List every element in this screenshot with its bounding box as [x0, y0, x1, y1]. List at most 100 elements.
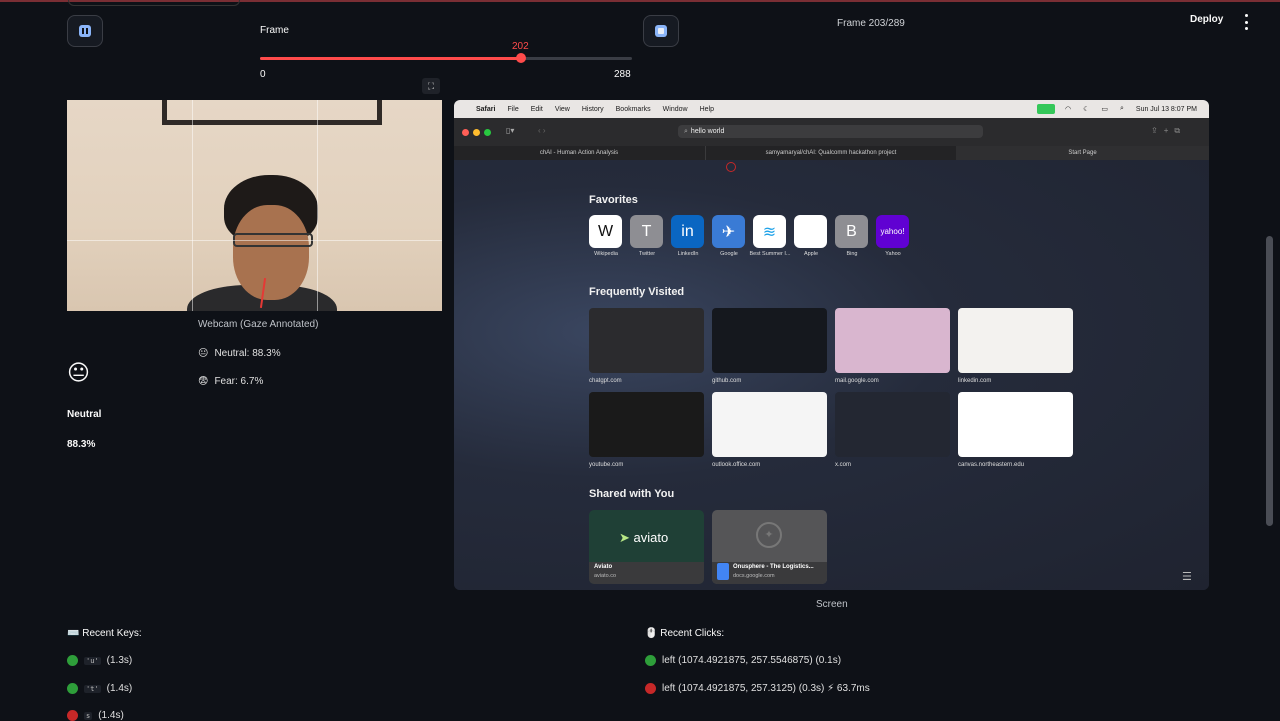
docs-icon — [717, 563, 729, 580]
key-name: 'u' — [84, 656, 101, 665]
webcam-image — [67, 100, 442, 311]
slider-fill — [260, 57, 521, 60]
recent-click-row: left (1074.4921875, 257.5546875) (0.1s) — [645, 655, 841, 666]
pause-button[interactable] — [67, 15, 103, 47]
favorite-label: Bing — [846, 251, 858, 257]
wifi-icon: ◠ — [1064, 106, 1072, 113]
menubar-app-name: Safari — [476, 105, 496, 113]
pause-icon — [79, 25, 91, 37]
menubar-item: View — [554, 105, 570, 113]
key-name: s — [84, 711, 93, 720]
shared-title: Shared with You — [589, 488, 675, 500]
recent-key-row: 't' (1.4s) — [67, 683, 132, 694]
fullscreen-icon[interactable]: ⛶ — [422, 78, 440, 94]
slider-thumb[interactable] — [516, 53, 526, 63]
recent-keys-title: ⌨️ Recent Keys: — [67, 628, 142, 639]
emotion-emoji: 😐 — [67, 360, 90, 385]
favorite-label: Apple — [803, 251, 819, 257]
mac-menubar: Safari File Edit View History Bookmarks … — [454, 100, 1209, 118]
shared-card: ✦ Onusphere - The Logistics... docs.goog… — [712, 510, 827, 584]
collapsed-widget-stub — [68, 0, 240, 6]
camera-active-icon — [1036, 104, 1055, 114]
stop-icon — [655, 25, 667, 37]
favorite-label: Twitter — [638, 251, 656, 257]
search-icon: ⌕ — [1119, 105, 1124, 112]
favorite-tile: W — [589, 215, 622, 248]
frequent-label: mail.google.com — [835, 378, 879, 384]
emotion-label: Neutral — [67, 409, 102, 420]
slider-min: 0 — [260, 69, 266, 80]
frequent-label: chatgpt.com — [589, 378, 622, 384]
frequent-thumbnail — [958, 308, 1073, 373]
favorite-tile: T — [630, 215, 663, 248]
frequent-thumbnail — [712, 392, 827, 457]
tab: samyamaryal/chAI: Qualcomm hackathon pro… — [705, 146, 956, 160]
deploy-button[interactable]: Deploy — [1190, 14, 1223, 25]
frequent-title: Frequently Visited — [589, 286, 685, 298]
stop-button[interactable] — [643, 15, 679, 47]
frame-slider-label: Frame — [260, 25, 289, 36]
emotion-breakdown-item: 😨 Fear: 6.7% — [198, 376, 263, 387]
menubar-clock: Sun Jul 13 8:07 PM — [1135, 105, 1197, 113]
frequent-label: github.com — [712, 378, 742, 384]
frequent-label: canvas.northeastern.edu — [958, 462, 1025, 468]
minimize-window-icon — [473, 129, 480, 136]
status-dot-red — [67, 710, 78, 721]
frequent-thumbnail — [589, 392, 704, 457]
close-window-icon — [462, 129, 469, 136]
customize-icon: ☰ — [1182, 571, 1192, 583]
url-text: hello world — [690, 128, 725, 135]
status-dot-red — [645, 683, 656, 694]
favorite-tile: in — [671, 215, 704, 248]
favorite-label: Wikipedia — [594, 251, 618, 257]
menubar-item: File — [507, 105, 519, 113]
emotion-breakdown-text: Neutral: 88.3% — [214, 348, 281, 359]
shared-card-title: Aviato — [594, 564, 613, 570]
shared-card: ➤ aviato Aviato aviato.co — [589, 510, 704, 584]
slider-value: 202 — [512, 41, 529, 52]
recent-key-row: 'u' (1.3s) — [67, 655, 132, 666]
emotion-score: 88.3% — [67, 439, 96, 450]
emotion-emoji-small: 😨 — [198, 376, 209, 387]
status-dot-green — [67, 655, 78, 666]
menubar-item: Help — [699, 105, 714, 113]
favorite-tile — [794, 215, 827, 248]
sidebar-icon: ▯▾ — [506, 126, 515, 135]
key-time: (1.4s) — [106, 683, 133, 694]
click-text: left (1074.4921875, 257.5546875) (0.1s) — [662, 655, 842, 666]
shared-card-title: Onusphere - The Logistics... — [733, 564, 814, 570]
page-scrollbar[interactable] — [1266, 236, 1273, 526]
menubar-item: Bookmarks — [615, 105, 651, 113]
frequent-label: youtube.com — [589, 462, 624, 468]
screen-capture: Safari File Edit View History Bookmarks … — [454, 100, 1209, 590]
favorite-label: Yahoo — [885, 251, 901, 257]
status-dot-green — [67, 683, 78, 694]
favorite-label: Best Summer I... — [749, 251, 791, 257]
safari-toolbar: ▯▾ ‹ › ⌕ hello world ⇪+⧉ — [454, 118, 1209, 146]
main-menu-icon[interactable] — [1240, 14, 1252, 30]
frame-counter: Frame 203/289 — [837, 18, 905, 29]
aviato-logo: ➤ aviato — [619, 530, 669, 545]
frame-slider[interactable] — [260, 53, 632, 63]
frequent-label: x.com — [835, 462, 852, 468]
tab: chAI - Human Action Analysis — [539, 150, 619, 156]
shared-card-sub: aviato.co — [594, 573, 617, 579]
menubar-item: Window — [662, 105, 688, 113]
webcam-caption: Webcam (Gaze Annotated) — [198, 319, 319, 330]
frequent-label: linkedin.com — [958, 378, 992, 384]
slider-max: 288 — [614, 69, 631, 80]
moon-icon: ☾ — [1083, 106, 1090, 113]
recent-clicks-title: 🖱️ Recent Clicks: — [645, 628, 725, 639]
frequent-thumbnail — [835, 308, 950, 373]
favorite-tile: yahoo! — [876, 215, 909, 248]
favorite-tile: ≋ — [753, 215, 786, 248]
key-time: (1.4s) — [98, 710, 124, 721]
battery-icon: ▭ — [1101, 106, 1108, 113]
frequent-thumbnail — [958, 392, 1073, 457]
favorites-title: Favorites — [589, 194, 638, 206]
emotion-emoji-small: 😐 — [198, 348, 209, 359]
frequent-label: outlook.office.com — [712, 462, 761, 468]
frequent-thumbnail — [835, 392, 950, 457]
emotion-breakdown-text: Fear: 6.7% — [214, 376, 264, 387]
key-name: 't' — [84, 684, 101, 693]
